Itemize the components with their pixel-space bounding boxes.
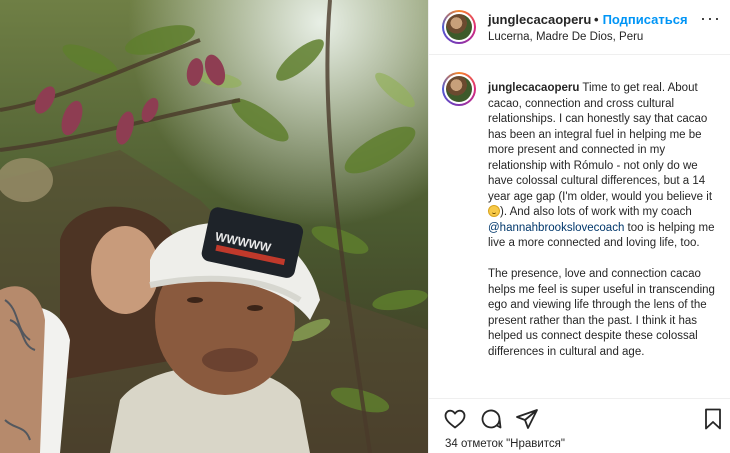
location-link[interactable]: Lucerna, Madre De Dios, Peru xyxy=(488,31,643,43)
heart-icon[interactable] xyxy=(443,407,467,431)
more-options-icon[interactable]: ··· xyxy=(700,9,721,27)
post-side-panel: junglecacaoperu • Подписаться Lucerna, Ma… xyxy=(428,0,730,453)
caption-avatar[interactable] xyxy=(442,72,476,106)
caption-text-part: Time to get real. About cacao, connectio… xyxy=(488,82,713,203)
comments-area[interactable]: junglecacaoperu Time to get real. About … xyxy=(429,56,730,398)
share-icon[interactable] xyxy=(515,407,539,431)
mention-link[interactable]: @hannahbrookslovecoach xyxy=(488,222,624,234)
post-header: junglecacaoperu • Подписаться Lucerna, Ma… xyxy=(429,0,730,55)
likes-count[interactable]: 34 отметок "Нравится" xyxy=(445,438,565,450)
separator-dot: • xyxy=(594,12,599,27)
caption-paragraph-1: junglecacaoperu Time to get real. About … xyxy=(488,81,720,252)
caption-username[interactable]: junglecacaoperu xyxy=(488,82,579,94)
caption-text: junglecacaoperu Time to get real. About … xyxy=(488,81,720,376)
post-photo[interactable]: WWWWW xyxy=(0,0,428,453)
follow-label[interactable]: Подписаться xyxy=(603,12,688,27)
bookmark-icon[interactable] xyxy=(701,407,725,431)
avatar[interactable] xyxy=(442,10,476,44)
header-username[interactable]: junglecacaoperu xyxy=(488,12,591,27)
follow-button[interactable]: • Подписаться xyxy=(594,12,688,27)
post-actions: 34 отметок "Нравится" xyxy=(429,398,730,453)
smiling-face-emoji-icon xyxy=(488,205,500,217)
comment-icon[interactable] xyxy=(479,407,503,431)
caption-text-part: ). And also lots of work with my coach xyxy=(500,206,692,218)
caption-paragraph-2: The presence, love and connection cacao … xyxy=(488,268,715,358)
